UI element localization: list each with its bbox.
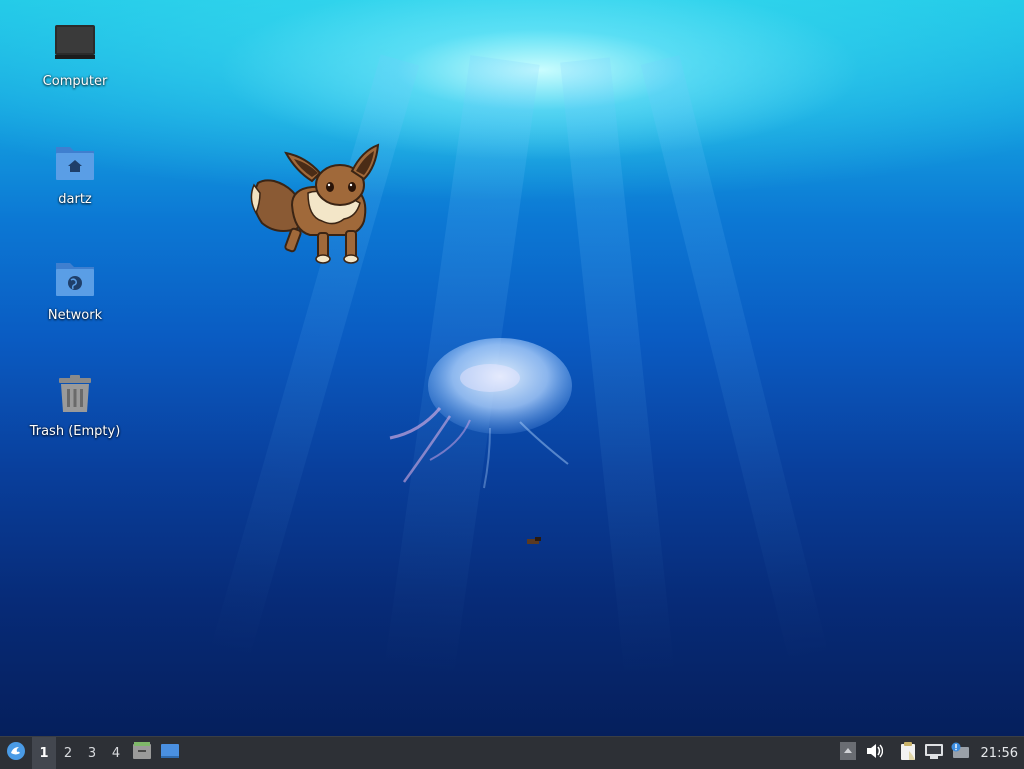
system-tray: 21:56: [835, 737, 1024, 769]
desktop-icon-computer[interactable]: Computer: [20, 22, 130, 89]
computer-icon: [51, 22, 99, 70]
workspace-4[interactable]: 4: [104, 737, 128, 769]
applications-menu-button[interactable]: [0, 737, 32, 769]
network-folder-icon: [51, 256, 99, 304]
home-folder-icon: [51, 140, 99, 188]
clock[interactable]: 21:56: [973, 746, 1024, 761]
notification-button[interactable]: [947, 737, 973, 769]
workspace-2[interactable]: 2: [56, 737, 80, 769]
notification-update-icon: [950, 742, 970, 764]
show-desktop-icon: [160, 741, 180, 765]
tray-expand-button[interactable]: [835, 737, 861, 769]
eevee-sprite[interactable]: [248, 143, 384, 265]
desktop-icon-label: Network: [47, 308, 103, 323]
jellyfish-image: [389, 338, 572, 489]
tray-expand-icon: [839, 742, 856, 764]
workspace-1[interactable]: 1: [32, 737, 56, 769]
file-manager-icon: [132, 741, 152, 765]
desktop[interactable]: Computer dartz Network Trash (Empty): [0, 0, 1024, 736]
network-status-button[interactable]: [921, 737, 947, 769]
trash-icon: [51, 372, 99, 420]
debris-mark: [527, 537, 541, 544]
clipboard-button[interactable]: [895, 737, 921, 769]
file-manager-launcher[interactable]: [128, 737, 156, 769]
desktop-icon-label: Trash (Empty): [29, 424, 121, 439]
desktop-icon-trash[interactable]: Trash (Empty): [20, 372, 130, 439]
workspace-3[interactable]: 3: [80, 737, 104, 769]
desktop-icon-label: dartz: [58, 192, 92, 207]
desktop-icon-home-folder[interactable]: dartz: [20, 140, 130, 207]
volume-button[interactable]: [861, 737, 887, 769]
desktop-icon-network[interactable]: Network: [20, 256, 130, 323]
taskbar: 1 2 3 4 21:56: [0, 736, 1024, 769]
light-ray: [640, 55, 830, 667]
desktop-icon-label: Computer: [42, 74, 108, 89]
volume-icon: [865, 742, 883, 764]
xfce-menu-icon: [6, 741, 26, 765]
clipboard-icon: [899, 741, 917, 765]
show-desktop-button[interactable]: [156, 737, 184, 769]
network-wired-icon: [924, 742, 944, 764]
